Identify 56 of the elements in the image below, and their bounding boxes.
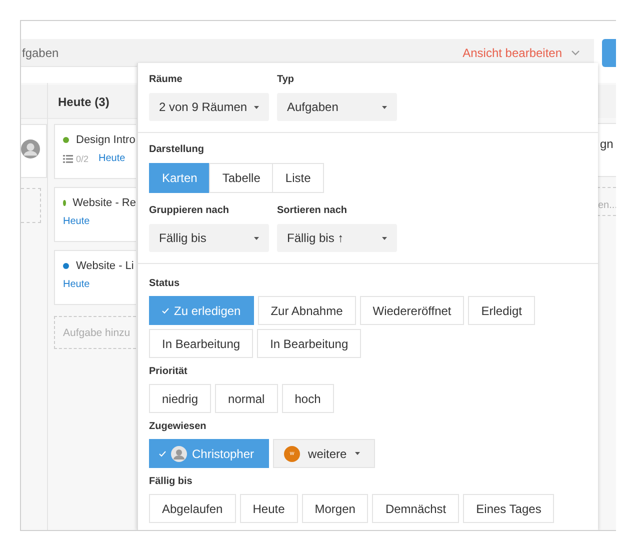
view-mode-tab[interactable]: Liste [272,163,324,193]
filter-chip[interactable]: In Bearbeitung [257,329,362,358]
view-mode-tab[interactable]: Tabelle [209,163,274,193]
task-card[interactable] [21,124,47,178]
filter-chip[interactable]: Zur Abnahme [258,296,356,325]
filter-chip[interactable]: niedrig [149,384,212,413]
avatar-icon [171,446,187,462]
add-task-placeholder: Aufgabe hinzu [63,326,130,338]
filter-chip[interactable]: In Bearbeitung [149,329,254,358]
add-button[interactable] [602,39,616,67]
task-card[interactable]: Website - Li Heute [54,250,136,305]
due-date-link[interactable]: Heute [63,279,90,290]
field-label: Priorität [149,366,188,377]
check-icon [162,308,169,314]
caret-icon [354,452,360,455]
task-title: Website - Li [76,260,134,272]
checklist-icon [63,154,73,162]
caret-icon [382,236,387,240]
filter-chip[interactable]: Morgen [302,494,368,523]
checklist-count: 0/2 [76,154,89,164]
caret-icon [254,106,259,108]
field-label: Zugewiesen [149,421,208,432]
dropdown[interactable]: Fällig bis [149,224,269,252]
task-title: gn [600,137,614,151]
add-task-box[interactable] [21,188,41,223]
filter-chip[interactable]: Demnächst [372,494,460,523]
check-icon [159,450,166,456]
due-date-link[interactable]: Heute [98,153,126,164]
field-label: Darstellung [149,144,206,155]
filter-chip[interactable]: hoch [282,384,334,413]
dropdown[interactable]: Aufgaben [277,93,397,121]
task-title: Design Intro [76,134,136,146]
field-label: Räume [149,74,184,85]
field-label: Status [149,278,181,289]
task-card[interactable]: Design Intro 0/2 Heute [54,124,136,179]
filter-chip[interactable]: Eines Tages [463,494,554,523]
column-title: Heute (3) [58,94,110,108]
chevron-down-icon [571,50,580,56]
task-card[interactable]: gn [597,123,616,177]
field-label: Gruppieren nach [149,205,230,216]
dropdown[interactable]: 2 von 9 Räumen [149,93,269,121]
caret-icon [382,106,387,108]
filter-chip[interactable]: normal [215,384,278,413]
field-label: Fällig bis [149,476,194,487]
task-title: Website - Re [72,197,136,209]
field-label: Sortieren nach [277,205,348,216]
filter-chip[interactable]: Wiedereröffnet [360,296,464,325]
due-date-link[interactable]: Heute [63,216,90,227]
filter-chip[interactable]: Abgelaufen [149,494,236,523]
task-card[interactable]: Website - Re Heute [54,187,136,242]
filter-chip[interactable]: Erledigt [468,296,535,325]
filter-chip[interactable]: Heute [240,494,298,523]
caret-icon [254,236,259,240]
dropdown[interactable]: Fällig bis ↑ [277,224,397,252]
field-label: Typ [277,74,296,85]
avatar-icon [21,139,40,159]
